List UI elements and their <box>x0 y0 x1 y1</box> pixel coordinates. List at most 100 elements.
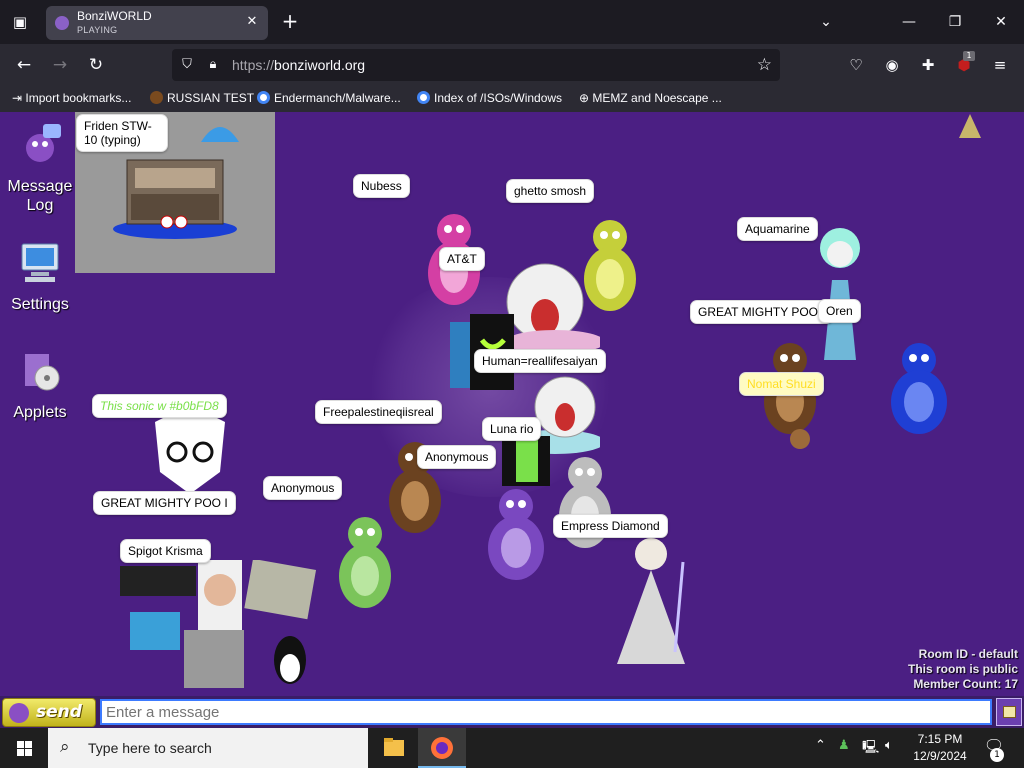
bookmarks-toolbar: ⇥ Import bookmarks... RUSSIAN TEST Ender… <box>0 86 1024 112</box>
reload-icon[interactable]: ↻ <box>83 52 109 78</box>
restore-icon[interactable]: ❐ <box>941 8 969 36</box>
tab-title: BonziWORLD <box>77 9 152 23</box>
room-info: Room ID - default This room is public Me… <box>908 647 1018 692</box>
send-label: send <box>36 702 82 722</box>
import-icon: ⇥ <box>12 91 26 105</box>
taskbar-clock[interactable]: 7:15 PM 12/9/2024 <box>906 731 974 765</box>
pocket-icon[interactable]: ♡ <box>844 53 868 77</box>
bubble-ghetto-smosh: ghetto smosh <box>506 179 595 203</box>
sonic-face-avatar[interactable] <box>145 412 235 494</box>
extensions-puzzle-icon[interactable]: ✚ <box>916 53 940 77</box>
address-bar[interactable]: ⛉ 🔒︎ https://bonziworld.org ☆ <box>172 49 780 81</box>
message-log-shortcut[interactable]: Message Log <box>0 122 80 215</box>
firefox-icon <box>431 737 453 759</box>
lock-icon[interactable]: 🔒︎ <box>204 56 222 74</box>
back-arrow-icon[interactable]: ← <box>11 52 37 78</box>
bookmark-favicon-icon <box>150 91 163 104</box>
google-icon <box>257 91 270 104</box>
start-button[interactable] <box>0 728 48 768</box>
applets-shortcut[interactable]: Applets <box>0 348 80 422</box>
bubble-oren: Oren <box>818 299 861 323</box>
windows-logo-icon <box>17 749 24 756</box>
bubble-friden: Friden STW-10 (typing) <box>76 114 168 152</box>
forward-arrow-icon[interactable]: → <box>47 52 73 78</box>
network-icon[interactable]: 🖳︎ <box>862 738 879 760</box>
bubble-empress-diamond: Empress Diamond <box>553 514 668 538</box>
file-explorer-taskbar-button[interactable] <box>370 728 418 768</box>
bubble-sonic: This sonic w #b0bFD8 <box>92 394 227 418</box>
bookmark-russian-test[interactable]: RUSSIAN TEST <box>150 91 254 105</box>
taskbar-search-box[interactable]: ⌕ Type here to search <box>48 728 368 768</box>
bubble-spigot-krisma: Spigot Krisma <box>120 539 211 563</box>
bubble-brown-bonzi: Nomat Shuzi <box>739 372 824 396</box>
applets-label: Applets <box>13 404 67 421</box>
windows-taskbar: ⌕ Type here to search ⌃ ♟ 🖳︎ 🔈︎ 7:15 PM … <box>0 728 1024 768</box>
account-icon[interactable]: ◉ <box>880 53 904 77</box>
minimize-icon[interactable]: — <box>895 8 923 36</box>
bubble-luna-rio: Luna rio <box>482 417 542 441</box>
bookmark-endermanch[interactable]: Endermanch/Malware... <box>257 91 401 105</box>
tab-close-icon[interactable]: ✕ <box>244 14 260 30</box>
member-count: Member Count: 17 <box>913 677 1018 691</box>
bubble-freepalestine: Freepalestineqiisreal <box>315 400 442 424</box>
emote-icon <box>1003 706 1016 718</box>
navigation-toolbar: ← → ↻ ⛉ 🔒︎ https://bonziworld.org ☆ ♡ ◉ … <box>0 44 1024 86</box>
bookmark-memz[interactable]: ⊕ MEMZ and Noescape ... <box>579 91 722 105</box>
browser-tab-bar: ▣ BonziWORLD PLAYING ✕ + ⌄ — ❐ ✕ <box>0 0 1024 44</box>
windows-logo-icon <box>25 741 32 748</box>
empress-diamond-avatar[interactable] <box>605 532 697 668</box>
notification-badge: 1 <box>990 748 1004 762</box>
clock-time: 7:15 PM <box>917 732 963 746</box>
emote-menu-button[interactable] <box>996 698 1022 726</box>
bubble-aquamarine: Aquamarine <box>737 217 818 241</box>
tracking-shield-icon[interactable]: ⛉ <box>178 56 196 74</box>
bubble-att: AT&T <box>439 247 485 271</box>
bubble-anonymous-1: Anonymous <box>417 445 497 469</box>
window-close-icon[interactable]: ✕ <box>987 8 1015 36</box>
search-icon: ⌕ <box>60 737 70 757</box>
room-public-status: This room is public <box>907 662 1018 676</box>
message-input[interactable] <box>100 699 992 725</box>
windows-logo-icon <box>17 741 24 748</box>
show-hidden-icons-chevron-icon[interactable]: ⌃ <box>815 738 826 753</box>
bubble-anonymous-2: Anonymous <box>263 476 343 500</box>
bubble-nubess: Nubess <box>353 174 410 198</box>
message-log-icon <box>26 124 61 162</box>
tab-list-icon[interactable]: ▣ <box>8 10 32 34</box>
google-icon <box>417 91 430 104</box>
party-hat-avatar[interactable] <box>955 112 985 142</box>
applets-box-icon <box>25 354 60 391</box>
url-text[interactable]: https://bonziworld.org <box>232 57 365 73</box>
bonzi-face-icon <box>9 703 29 723</box>
extension-badge: 1 <box>963 51 975 61</box>
bookmark-isos[interactable]: Index of /ISOs/Windows <box>417 91 562 105</box>
tab-bonziworld[interactable]: BonziWORLD PLAYING ✕ <box>46 6 268 40</box>
bookmark-star-icon[interactable]: ☆ <box>757 55 772 75</box>
app-menu-hamburger-icon[interactable]: ≡ <box>988 53 1012 77</box>
new-tab-plus-icon[interactable]: + <box>278 10 302 34</box>
green-bonzi-avatar[interactable] <box>325 512 405 624</box>
room-id: Room ID - default <box>918 647 1018 661</box>
bonzi-room[interactable]: Message Log Settings Applets Friden STW-… <box>0 112 1024 728</box>
firefox-taskbar-button[interactable] <box>418 728 466 768</box>
bookmark-import[interactable]: ⇥ Import bookmarks... <box>12 91 131 105</box>
chat-bar: send <box>0 696 1024 728</box>
folder-icon <box>384 738 404 756</box>
spigot-krisma-collage-avatar[interactable] <box>120 560 320 690</box>
globe-icon: ⊕ <box>579 91 593 105</box>
send-button[interactable]: send <box>2 698 96 727</box>
bonzi-favicon-icon <box>55 16 69 30</box>
settings-computer-icon <box>21 243 59 282</box>
blue-bonzi-avatar[interactable] <box>878 338 960 450</box>
clock-date: 12/9/2024 <box>913 749 967 763</box>
list-all-tabs-chevron-icon[interactable]: ⌄ <box>812 8 840 36</box>
bubble-human-reallifesaiyan: Human=reallifesaiyan <box>474 349 606 373</box>
bubble-great-mighty-poo-1: GREAT MIGHTY POO I <box>690 300 833 324</box>
message-log-label: Message Log <box>7 178 73 214</box>
search-placeholder: Type here to search <box>88 740 212 756</box>
bubble-great-mighty-poo-2: GREAT MIGHTY POO I <box>93 491 236 515</box>
tray-app-icon[interactable]: ♟ <box>838 738 850 753</box>
small-bonzi-avatar[interactable] <box>785 424 815 454</box>
volume-icon[interactable]: 🔈︎ <box>885 738 893 753</box>
settings-shortcut[interactable]: Settings <box>0 240 80 314</box>
